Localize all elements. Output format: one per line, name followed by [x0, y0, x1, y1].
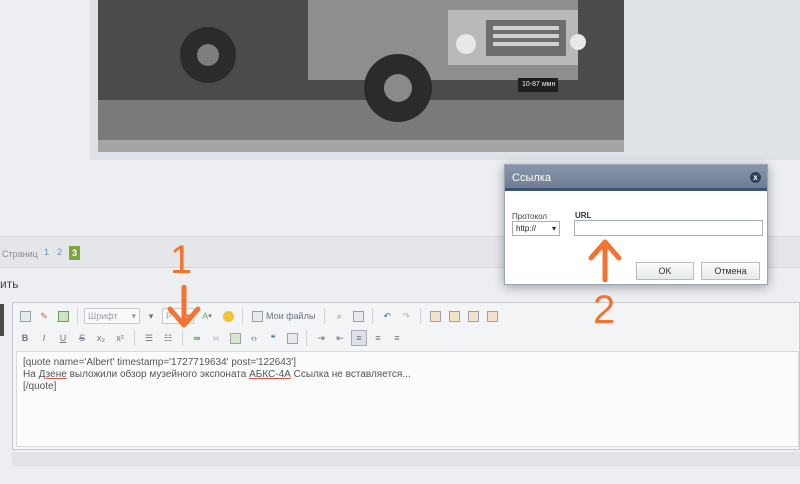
- annotation-arrow-up-icon: [588, 239, 622, 282]
- separator: [324, 308, 326, 324]
- editor-line-2-mid: выложили обзор музейного экспоната: [66, 369, 250, 380]
- separator: [182, 330, 183, 346]
- spoiler-icon[interactable]: [284, 330, 300, 346]
- url-input[interactable]: [574, 220, 763, 236]
- separator: [77, 308, 78, 324]
- align-left-icon[interactable]: ≡: [351, 330, 367, 346]
- reply-title: ить: [0, 277, 19, 291]
- chevron-down-icon: ▾: [551, 224, 556, 233]
- superscript-button[interactable]: x²: [112, 330, 128, 346]
- font-select-label: Шрифт: [88, 311, 118, 321]
- rich-text-editor: ✎ Шрифт ▾ ▾ Р ▾ A ▾ Мои файлы ⌕ ↶ ↷ B I U: [12, 302, 800, 450]
- separator: [242, 308, 243, 324]
- cut-icon[interactable]: [427, 308, 443, 324]
- truck-photo: 10-87 ммн: [98, 0, 624, 152]
- pages-label: Страниц: [2, 249, 38, 259]
- annotation-number-2: 2: [593, 288, 616, 332]
- separator: [134, 330, 135, 346]
- align-center-icon[interactable]: ≡: [370, 330, 386, 346]
- redo-icon[interactable]: ↷: [398, 308, 414, 324]
- subscript-button[interactable]: x₂: [93, 330, 109, 346]
- separator: [306, 330, 307, 346]
- annotation-arrow-down-icon: [167, 285, 201, 328]
- ok-button[interactable]: OK: [636, 262, 694, 280]
- undo-icon[interactable]: ↶: [379, 308, 395, 324]
- underline-button[interactable]: U: [55, 330, 71, 346]
- misspelled-word-1: Дзене: [38, 369, 67, 380]
- italic-button[interactable]: I: [36, 330, 52, 346]
- code-icon[interactable]: ‹›: [246, 330, 262, 346]
- media-icon[interactable]: [227, 330, 243, 346]
- protocol-label: Протокол: [512, 212, 548, 221]
- link-icon[interactable]: ∞: [189, 330, 205, 346]
- source-icon[interactable]: [17, 308, 33, 324]
- link-dialog: Ссылка x Протокол http:// ▾ URL OK Отмен…: [504, 164, 768, 285]
- chevron-down-icon: ▾: [131, 310, 136, 321]
- unlink-icon[interactable]: ∞: [208, 330, 224, 346]
- protocol-select-value: http://: [516, 224, 537, 233]
- editor-line-2-prefix: На: [23, 369, 39, 380]
- dialog-header: Ссылка x: [505, 165, 767, 191]
- my-files-button[interactable]: Мои файлы: [249, 308, 318, 324]
- strike-button[interactable]: S: [74, 330, 90, 346]
- cancel-button[interactable]: Отмена: [701, 262, 760, 280]
- image-icon[interactable]: [55, 308, 71, 324]
- avatar: [0, 304, 4, 336]
- license-plate: 10-87 ммн: [522, 81, 556, 88]
- indent-icon[interactable]: ⇥: [313, 330, 329, 346]
- quote-icon[interactable]: ❝: [265, 330, 281, 346]
- dialog-title: Ссылка: [512, 172, 551, 184]
- editor-line-1: [quote name='Albert' timestamp='17277196…: [23, 357, 297, 368]
- toolbar-row-1: ✎ Шрифт ▾ ▾ Р ▾ A ▾ Мои файлы ⌕ ↶ ↷: [17, 306, 500, 326]
- editor-footer: [12, 452, 800, 466]
- truck-image: [98, 0, 624, 152]
- font-select[interactable]: Шрифт ▾: [84, 308, 140, 324]
- size-select-arrow-icon[interactable]: ▾: [143, 308, 159, 324]
- files-icon: [252, 310, 263, 322]
- page-link-1[interactable]: 1: [44, 247, 49, 257]
- annotation-number-1: 1: [170, 238, 193, 282]
- page-link-3-active[interactable]: 3: [69, 246, 81, 260]
- editor-line-3: [/quote]: [23, 381, 57, 392]
- url-label: URL: [575, 211, 592, 220]
- bold-button[interactable]: B: [17, 330, 33, 346]
- page-link-2[interactable]: 2: [57, 247, 62, 257]
- paste-icon[interactable]: [465, 308, 481, 324]
- separator: [372, 308, 374, 324]
- numbered-list-icon[interactable]: ☷: [160, 330, 176, 346]
- find-icon[interactable]: ⌕: [331, 308, 347, 324]
- outdent-icon[interactable]: ⇤: [332, 330, 348, 346]
- misspelled-word-2: АБКС-4А: [249, 369, 291, 380]
- align-right-icon[interactable]: ≡: [389, 330, 405, 346]
- copy-icon[interactable]: [446, 308, 462, 324]
- editor-line-2-suffix: Ссылка не вставляется...: [290, 369, 411, 380]
- toolbar-row-2: B I U S x₂ x² ☰ ☷ ∞ ∞ ‹› ❝ ⇥ ⇤ ≡ ≡ ≡: [17, 328, 405, 348]
- select-all-icon[interactable]: [350, 308, 366, 324]
- editor-line-2: На Дзене выложили обзор музейного экспон…: [23, 369, 792, 381]
- separator: [420, 308, 422, 324]
- protocol-select[interactable]: http:// ▾: [512, 221, 560, 236]
- paste-text-icon[interactable]: [484, 308, 500, 324]
- editor-content-area[interactable]: [quote name='Albert' timestamp='17277196…: [16, 351, 799, 447]
- my-files-label: Мои файлы: [266, 311, 316, 321]
- eraser-icon[interactable]: ✎: [36, 308, 52, 324]
- bullet-list-icon[interactable]: ☰: [141, 330, 157, 346]
- smiley-icon[interactable]: [220, 308, 236, 324]
- close-icon[interactable]: x: [750, 172, 761, 183]
